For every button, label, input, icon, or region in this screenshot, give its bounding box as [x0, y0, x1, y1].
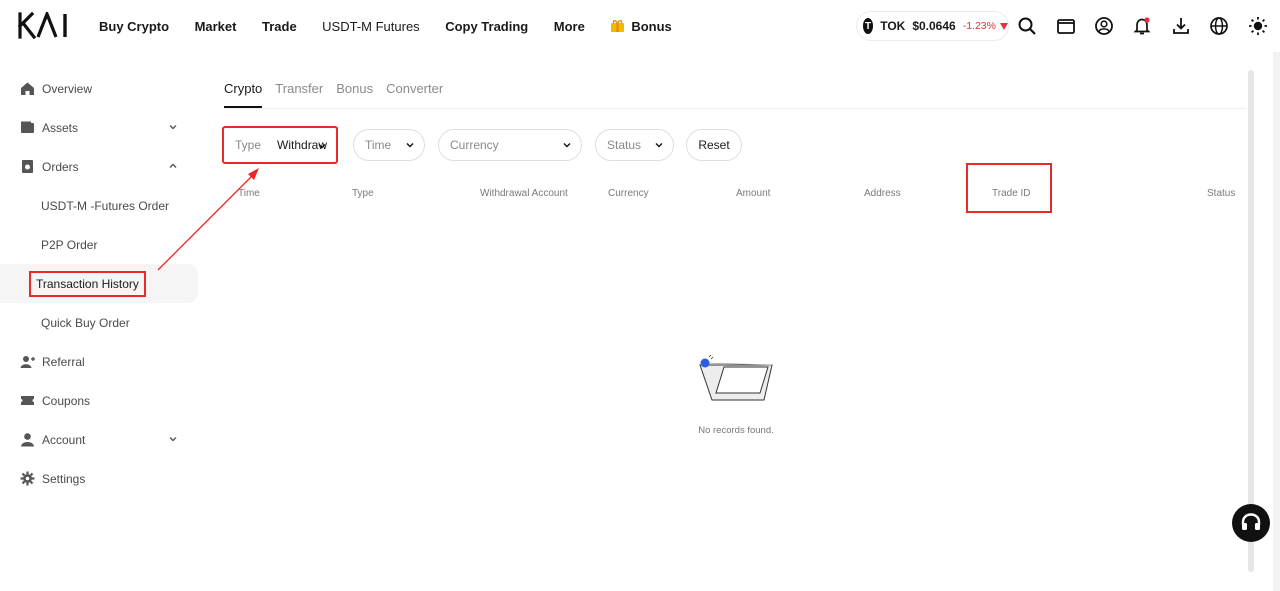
nav-usdt-m-futures[interactable]: USDT-M Futures — [322, 19, 420, 34]
reset-button[interactable]: Reset — [686, 129, 742, 161]
coupon-icon — [20, 393, 35, 408]
user-icon[interactable] — [1094, 16, 1114, 36]
chevron-up-icon[interactable] — [168, 161, 178, 171]
headset-icon — [1241, 513, 1261, 530]
history-tabs: Crypto Transfer Bonus Converter — [224, 81, 443, 108]
sidebar-item-label: Settings — [42, 471, 86, 486]
transaction-history-label: Transaction History — [29, 270, 146, 297]
sidebar-sub-quick-buy-order[interactable]: Quick Buy Order — [0, 303, 200, 342]
search-icon[interactable] — [1017, 16, 1037, 36]
status-select[interactable]: Status — [595, 129, 674, 161]
top-navbar: Buy Crypto Market Trade USDT-M Futures C… — [0, 0, 1280, 52]
empty-box-icon — [699, 354, 773, 401]
sidebar-item-label: Coupons — [42, 393, 91, 408]
content-scrollbar[interactable] — [1248, 70, 1254, 572]
column-status: Status — [1207, 188, 1236, 199]
table-header: Time Type Withdrawal Account Currency Am… — [224, 188, 1246, 202]
sidebar-item-assets[interactable]: Assets — [0, 108, 200, 147]
settings-icon — [20, 471, 35, 486]
theme-sun-icon[interactable] — [1248, 16, 1268, 36]
sidebar-item-orders[interactable]: Orders — [0, 147, 200, 186]
chevron-down-icon — [563, 143, 571, 148]
bonus-label: Bonus — [631, 18, 672, 34]
nav-buy-crypto[interactable]: Buy Crypto — [99, 19, 169, 34]
kai-logo[interactable] — [18, 12, 74, 39]
chevron-down-icon[interactable] — [168, 122, 178, 132]
column-address: Address — [864, 188, 901, 199]
sidebar-item-label: Referral — [42, 354, 85, 369]
download-icon[interactable] — [1171, 16, 1191, 36]
sidebar-sub-usdt-m-futures-order[interactable]: USDT-M -Futures Order — [0, 186, 200, 225]
column-type: Type — [352, 188, 374, 199]
sidebar-item-label: Overview — [42, 81, 93, 96]
tab-crypto[interactable]: Crypto — [224, 81, 263, 108]
nav-copy-trading[interactable]: Copy Trading — [445, 19, 528, 34]
sidebar-item-settings[interactable]: Settings — [0, 459, 200, 498]
column-currency: Currency — [608, 188, 649, 199]
sidebar-sub-transaction-history[interactable]: Transaction History — [0, 264, 198, 303]
column-withdrawal-account: Withdrawal Account — [480, 188, 568, 199]
sidebar-item-overview[interactable]: Overview — [0, 69, 200, 108]
ticker-widget[interactable]: T TOK $0.0646 -1.23% — [856, 11, 1009, 41]
support-chat-button[interactable] — [1232, 504, 1270, 542]
sidebar: Overview Assets Orders USDT-M -Futures O… — [0, 69, 200, 498]
wallet-icon — [20, 120, 35, 135]
chevron-down-icon — [406, 143, 414, 148]
sidebar-item-label: Orders — [42, 159, 79, 174]
chevron-down-icon — [318, 144, 326, 149]
page-scrollbar[interactable] — [1273, 52, 1280, 591]
trade-id-highlight-box — [966, 163, 1052, 213]
chevron-down-icon — [655, 143, 663, 148]
sidebar-item-coupons[interactable]: Coupons — [0, 381, 200, 420]
nav-trade[interactable]: Trade — [262, 19, 297, 34]
nav-more[interactable]: More — [554, 19, 585, 34]
type-label: Type — [235, 138, 262, 152]
wallet-icon[interactable] — [1056, 16, 1076, 36]
column-time: Time — [238, 188, 260, 199]
home-icon — [20, 81, 35, 96]
bell-icon[interactable] — [1132, 16, 1152, 36]
sidebar-item-account[interactable]: Account — [0, 420, 200, 459]
chevron-down-icon[interactable] — [168, 434, 178, 444]
ticker-symbol: TOK — [880, 19, 906, 33]
empty-state-text: No records found. — [698, 425, 774, 436]
orders-icon — [20, 159, 35, 174]
currency-placeholder: Currency — [450, 138, 499, 152]
time-select[interactable]: Time — [353, 129, 425, 161]
column-amount: Amount — [736, 188, 771, 199]
time-placeholder: Time — [365, 138, 392, 152]
tab-transfer[interactable]: Transfer — [275, 81, 323, 108]
account-icon — [20, 432, 35, 447]
type-select[interactable]: Type Withdraw — [222, 126, 338, 164]
tabs-divider — [224, 108, 1246, 109]
nav-market[interactable]: Market — [195, 19, 237, 34]
tab-bonus[interactable]: Bonus — [336, 81, 373, 108]
status-placeholder: Status — [607, 138, 642, 152]
gift-icon — [611, 20, 625, 32]
globe-icon[interactable] — [1209, 16, 1229, 36]
ticker-price: $0.0646 — [912, 19, 956, 33]
referral-icon — [20, 354, 35, 369]
sidebar-item-label: Account — [42, 432, 86, 447]
sidebar-item-label: Assets — [42, 120, 79, 135]
sidebar-sub-p2p-order[interactable]: P2P Order — [0, 225, 200, 264]
currency-select[interactable]: Currency — [438, 129, 582, 161]
nav-bonus[interactable]: Bonus — [610, 18, 672, 34]
down-arrow-icon — [1000, 22, 1008, 30]
tok-coin-icon: T — [863, 18, 874, 34]
sidebar-item-referral[interactable]: Referral — [0, 342, 200, 381]
tab-converter[interactable]: Converter — [386, 81, 443, 108]
ticker-change: -1.23% — [962, 20, 996, 32]
